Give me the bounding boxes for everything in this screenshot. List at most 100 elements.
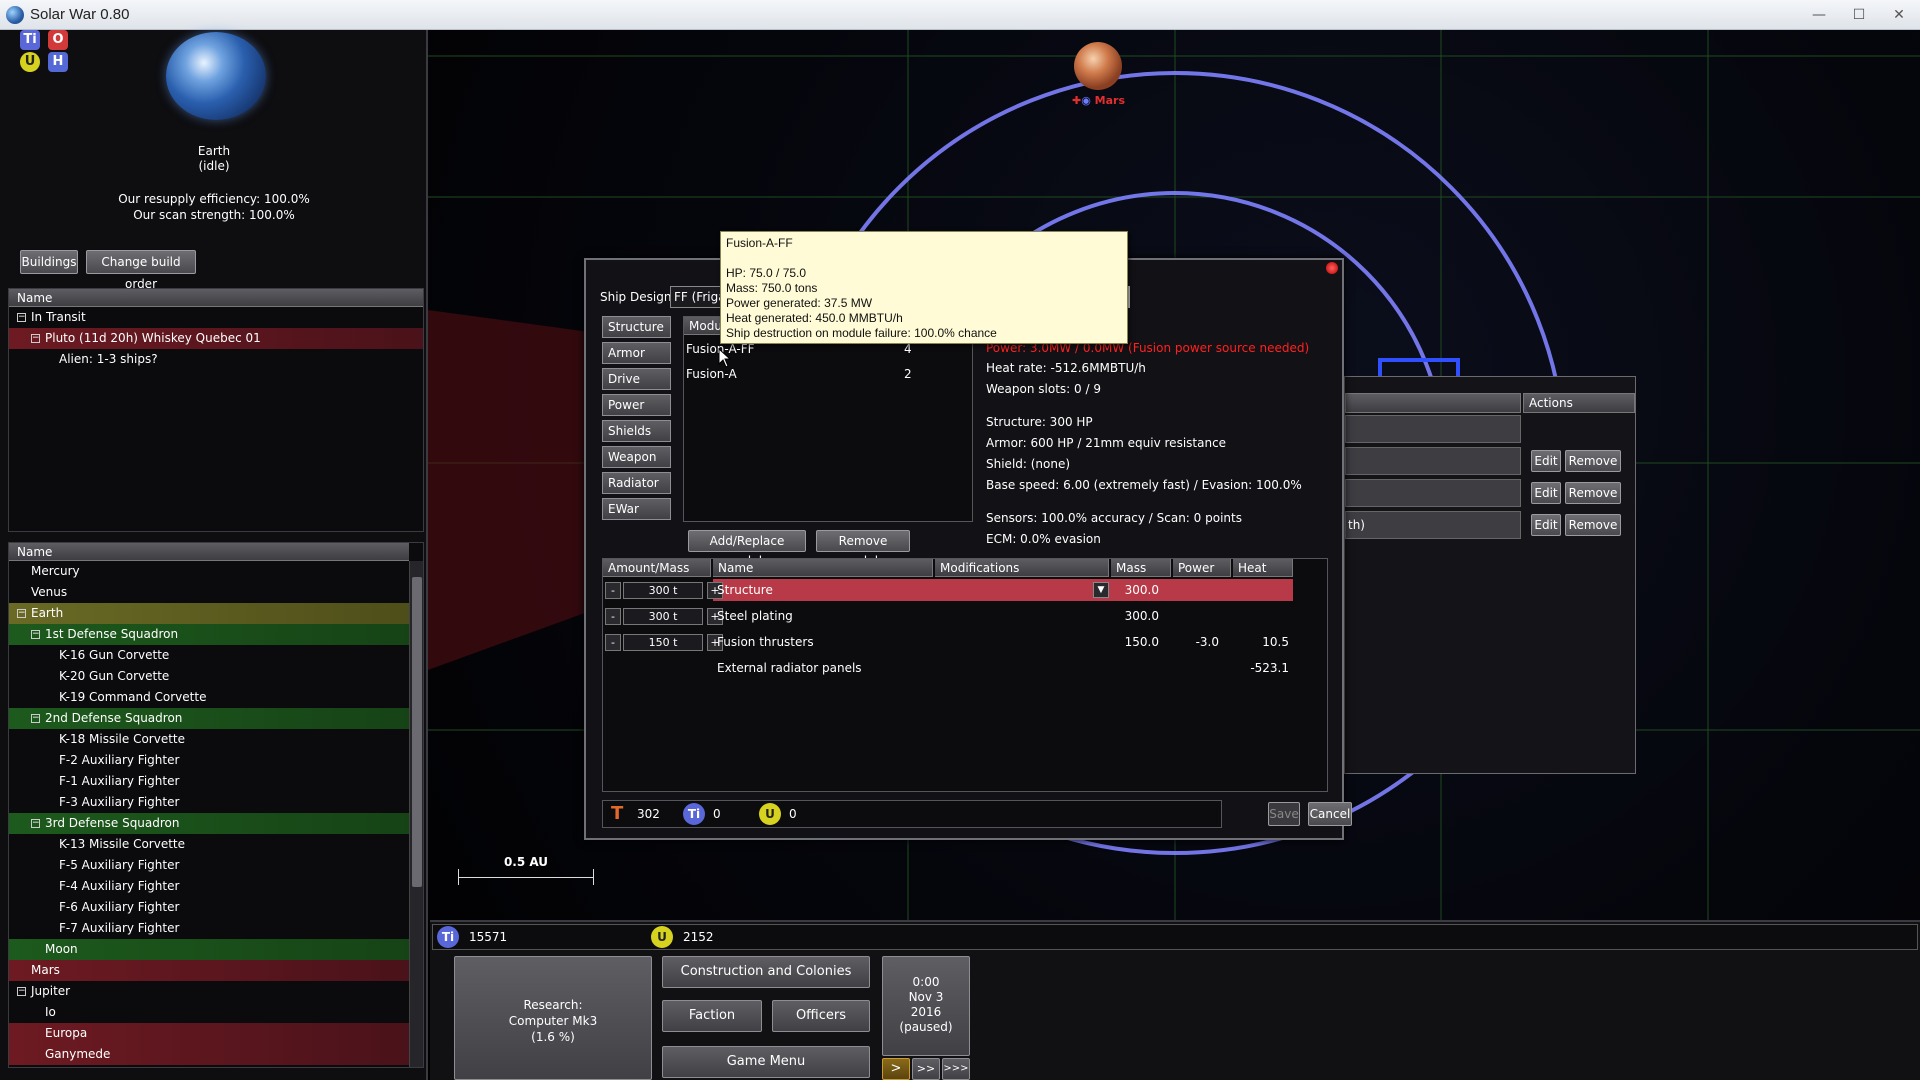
expand-toggle-icon[interactable]: − [17, 609, 26, 618]
category-ewar-button[interactable]: EWar [602, 498, 671, 520]
tree-item[interactable]: K-20 Gun Corvette [9, 666, 409, 687]
expand-toggle-icon[interactable]: − [31, 819, 40, 828]
remove-button-3[interactable]: Remove [1565, 514, 1621, 536]
tree-item[interactable]: −2nd Defense Squadron [9, 708, 409, 729]
mars-planet[interactable] [1074, 42, 1122, 90]
tree-item[interactable]: F-6 Auxiliary Fighter [9, 897, 409, 918]
tree-item[interactable]: F-5 Auxiliary Fighter [9, 855, 409, 876]
fleet-row-2[interactable] [1345, 447, 1521, 475]
cancel-button[interactable]: Cancel [1308, 802, 1352, 826]
buildings-button[interactable]: Buildings [20, 250, 78, 274]
tree-item[interactable]: Venus [9, 582, 409, 603]
tree-item[interactable]: K-19 Command Corvette [9, 687, 409, 708]
expand-toggle-icon[interactable]: − [31, 334, 40, 343]
component-row[interactable]: -300 t + Steel plating 300.0 [603, 605, 1293, 627]
amount-field[interactable]: 300 t [623, 608, 703, 625]
col-heat[interactable]: Heat [1233, 559, 1293, 577]
tree-item[interactable]: −1st Defense Squadron [9, 624, 409, 645]
heat-rate: Heat rate: -512.6MMBTU/h [986, 361, 1146, 375]
tree-item[interactable]: K-13 Missile Corvette [9, 834, 409, 855]
expand-toggle-icon[interactable]: − [31, 714, 40, 723]
add-replace-module-button[interactable]: Add/Replace module [688, 530, 806, 568]
game-menu-button[interactable]: Game Menu [662, 1046, 870, 1078]
tree-item[interactable]: Ganymede [9, 1044, 409, 1065]
category-structure-button[interactable]: Structure [602, 316, 671, 338]
tree-item[interactable]: Moon [9, 939, 409, 960]
col-power[interactable]: Power [1173, 559, 1231, 577]
fleet-row-1[interactable] [1345, 415, 1521, 443]
change-build-order-button[interactable]: Change build order [86, 250, 196, 291]
category-drive-button[interactable]: Drive [602, 368, 671, 390]
expand-toggle-icon[interactable]: − [17, 313, 26, 322]
tree-item[interactable]: − Earth [9, 603, 409, 624]
modifications-dropdown-icon[interactable]: ▼ [1093, 582, 1109, 598]
amount-field[interactable]: 300 t [623, 582, 703, 599]
tree-item[interactable]: − Pluto (11d 20h) Whiskey Quebec 01 [9, 328, 423, 349]
tree-item[interactable]: F-2 Auxiliary Fighter [9, 750, 409, 771]
col-modifications[interactable]: Modifications [935, 559, 1109, 577]
tree-item-label: K-20 Gun Corvette [59, 669, 170, 683]
decrease-amount-button[interactable]: - [605, 634, 621, 651]
tree-item[interactable]: Mars [9, 960, 409, 981]
save-button[interactable]: Save [1268, 802, 1300, 826]
remove-button-1[interactable]: Remove [1565, 450, 1621, 472]
minimize-button[interactable]: — [1804, 4, 1834, 26]
category-radiator-button[interactable]: Radiator [602, 472, 671, 494]
edit-button-1[interactable]: Edit [1531, 450, 1561, 472]
col-name[interactable]: Name [713, 559, 933, 577]
edit-button-3[interactable]: Edit [1531, 514, 1561, 536]
expand-toggle-icon[interactable]: − [17, 987, 26, 996]
component-row[interactable]: -300 t + Structure 300.0 ▼ [603, 579, 1293, 601]
systems-name-header[interactable]: Name [9, 543, 409, 561]
component-row[interactable]: -150 t + Fusion thrusters 150.0 -3.0 10.5 [603, 631, 1293, 653]
tree-item[interactable]: K-16 Gun Corvette [9, 645, 409, 666]
speed-fast-button[interactable]: >> [912, 1058, 940, 1080]
earth-planet[interactable] [166, 32, 266, 120]
module-list[interactable]: Modu Fusion-A-FF 4 Fusion-A 2 [683, 316, 973, 522]
fleet-row-3[interactable] [1345, 479, 1521, 507]
uranium-amount: 2152 [683, 930, 714, 944]
col-mass[interactable]: Mass [1111, 559, 1171, 577]
speed-fastest-button[interactable]: >>> [942, 1058, 970, 1080]
decrease-amount-button[interactable]: - [605, 582, 621, 599]
tree-item[interactable]: Io [9, 1002, 409, 1023]
component-name: Structure [717, 583, 773, 597]
tree-item[interactable]: F-7 Auxiliary Fighter [9, 918, 409, 939]
category-power-button[interactable]: Power [602, 394, 671, 416]
close-window-button[interactable]: ✕ [1884, 4, 1914, 26]
remove-button-2[interactable]: Remove [1565, 482, 1621, 504]
close-dialog-icon[interactable] [1326, 262, 1338, 274]
tree-item[interactable]: F-3 Auxiliary Fighter [9, 792, 409, 813]
tree-item[interactable]: F-4 Auxiliary Fighter [9, 876, 409, 897]
tree-item[interactable]: − Jupiter [9, 981, 409, 1002]
tree-item[interactable]: − In Transit [9, 307, 423, 328]
speed-normal-button[interactable]: > [882, 1058, 910, 1080]
systems-scrollbar[interactable] [409, 561, 423, 1067]
construction-colonies-button[interactable]: Construction and Colonies [662, 956, 870, 988]
component-row[interactable]: External radiator panels -523.1 [603, 657, 1293, 679]
research-button[interactable]: Research: Computer Mk3 (1.6 %) [454, 956, 652, 1080]
officers-button[interactable]: Officers [772, 1000, 870, 1032]
tree-item[interactable]: Mercury [9, 561, 409, 582]
tree-item[interactable]: Alien: 1-3 ships? [9, 349, 423, 370]
category-shields-button[interactable]: Shields [602, 420, 671, 442]
tree-item[interactable]: K-18 Missile Corvette [9, 729, 409, 750]
category-armor-button[interactable]: Armor [602, 342, 671, 364]
maximize-button[interactable]: ☐ [1844, 4, 1874, 26]
tree-item[interactable]: F-1 Auxiliary Fighter [9, 771, 409, 792]
expand-toggle-icon[interactable]: − [31, 630, 40, 639]
tree-item[interactable]: −3rd Defense Squadron [9, 813, 409, 834]
tree-item[interactable]: Europa [9, 1023, 409, 1044]
col-amount-mass[interactable]: Amount/Mass [603, 559, 711, 577]
transit-name-header[interactable]: Name [9, 289, 423, 307]
decrease-amount-button[interactable]: - [605, 608, 621, 625]
titanium-amount: 15571 [469, 930, 508, 944]
edit-button-2[interactable]: Edit [1531, 482, 1561, 504]
faction-button[interactable]: Faction [662, 1000, 762, 1032]
category-weapon-button[interactable]: Weapon [602, 446, 671, 468]
fleet-row-4[interactable]: th) [1345, 511, 1521, 539]
amount-field[interactable]: 150 t [623, 634, 703, 651]
remove-module-button[interactable]: Remove module [816, 530, 910, 568]
ti-resource-icon: Ti [20, 30, 40, 50]
scrollbar-thumb[interactable] [412, 577, 422, 887]
